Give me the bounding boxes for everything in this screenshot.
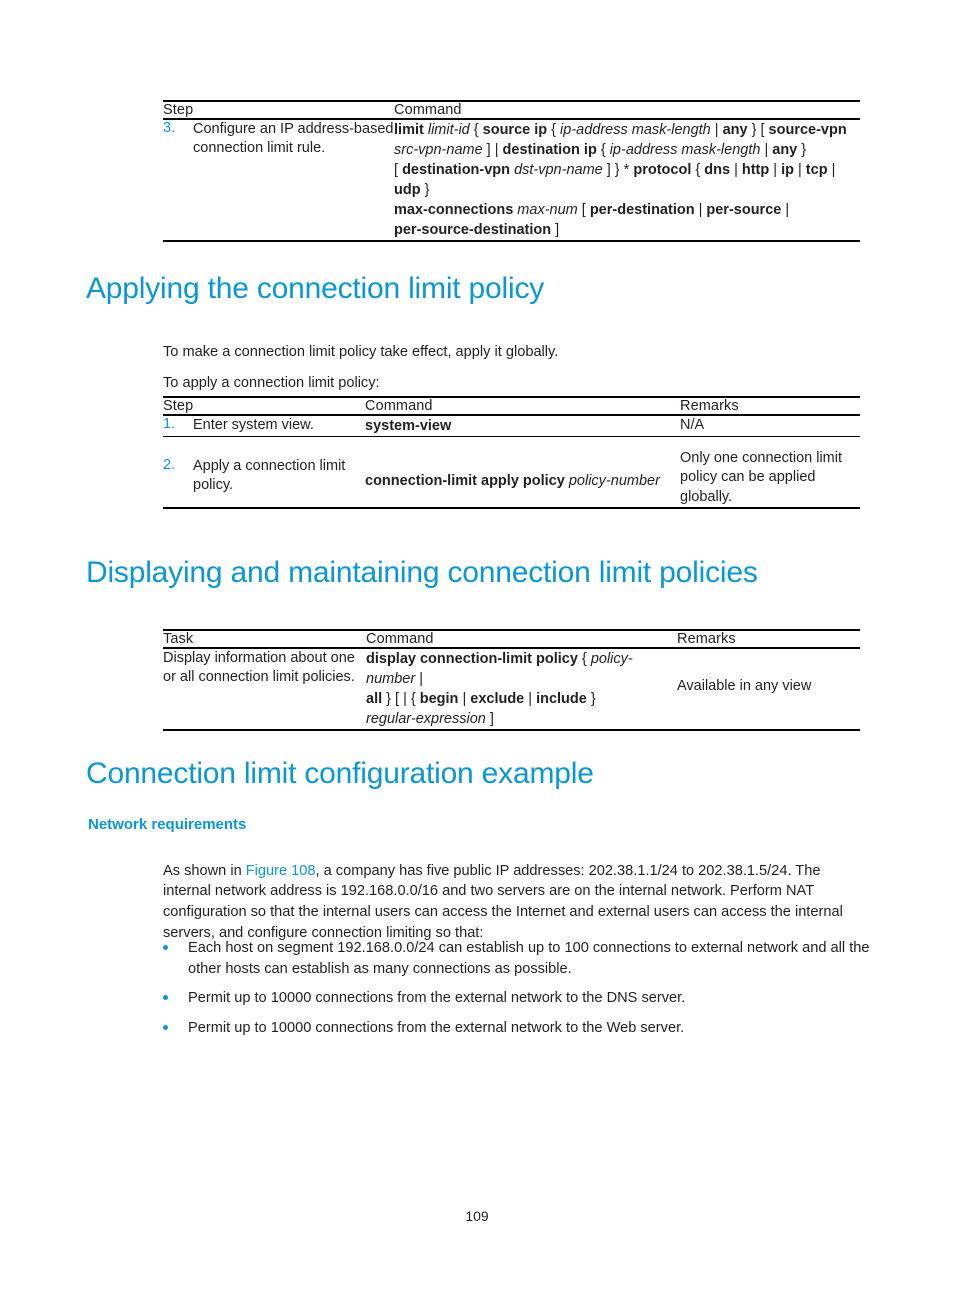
list-item: Each host on segment 192.168.0.0/24 can … <box>160 938 872 979</box>
step-task: Enter system view. <box>193 417 314 433</box>
document-page: Step Command 3. Configure an IP address-… <box>0 0 954 1296</box>
page-number: 109 <box>465 1208 489 1224</box>
step-task: Configure an IP address-based connection… <box>193 121 394 157</box>
table-apply-wrapper: Step Command Remarks 1. Enter system vie… <box>0 396 954 509</box>
task-remarks: Available in any view <box>677 678 812 694</box>
intro-prefix: As shown in <box>163 862 246 879</box>
table-row: Display information about one or all con… <box>163 648 860 730</box>
step-number: 2. <box>163 457 176 473</box>
list-item: Permit up to 10000 connections from the … <box>160 988 872 1009</box>
figure-link[interactable]: Figure 108 <box>246 863 316 879</box>
column-header-command: Command <box>365 398 433 414</box>
table-step3: Step Command 3. Configure an IP address-… <box>163 100 861 242</box>
list-item-label: Permit up to 10000 connections from the … <box>188 1020 685 1037</box>
task-command: display connection-limit policy { policy… <box>366 651 633 727</box>
table-header-row: Step Command <box>163 101 861 119</box>
column-header-command: Command <box>394 102 462 118</box>
table-header-row: Step Command Remarks <box>163 397 861 415</box>
column-header-step: Step <box>163 102 194 118</box>
table-row: 1. Enter system view. system-view N/A <box>163 415 861 437</box>
step-command: system-view <box>365 415 680 437</box>
table-header-row: Task Command Remarks <box>163 630 860 648</box>
table-row: 2. Apply a connection limit policy. conn… <box>163 437 861 508</box>
list-item-label: Each host on segment 192.168.0.0/24 can … <box>188 940 870 977</box>
column-header-task: Task <box>163 631 194 647</box>
table-step3-wrapper: Step Command 3. Configure an IP address-… <box>0 100 954 242</box>
paragraph-apply-2: To apply a connection limit policy: <box>163 374 380 391</box>
step-number: 3. <box>163 120 176 136</box>
column-header-command: Command <box>366 631 434 647</box>
table-display-wrapper: Task Command Remarks Display information… <box>0 629 954 731</box>
table-apply-policy: Step Command Remarks 1. Enter system vie… <box>163 396 861 509</box>
list-item-label: Permit up to 10000 connections from the … <box>188 990 686 1007</box>
step-task: Apply a connection limit policy. <box>193 458 346 494</box>
step-number: 1. <box>163 416 176 432</box>
page-title-displaying: Displaying and maintaining connection li… <box>86 556 758 589</box>
step-command: limit limit-id { source ip { ip-address … <box>394 122 847 238</box>
step-remarks: Only one connection limit policy can be … <box>680 450 843 505</box>
table-display-maintain: Task Command Remarks Display information… <box>163 629 860 731</box>
page-title-example: Connection limit configuration example <box>86 757 594 790</box>
bullet-icon <box>160 1018 188 1031</box>
table-row: 3. Configure an IP address-based connect… <box>163 119 861 241</box>
list-item: Permit up to 10000 connections from the … <box>160 1018 872 1039</box>
subheading-network-requirements: Network requirements <box>88 816 247 833</box>
step-command: connection-limit apply policy policy-num… <box>365 473 660 489</box>
bullet-icon <box>160 988 188 1001</box>
column-header-remarks: Remarks <box>680 398 739 414</box>
paragraph-apply-1: To make a connection limit policy take e… <box>163 343 559 360</box>
step-remarks: N/A <box>680 417 705 433</box>
command-keyword: system-view <box>365 418 452 434</box>
bullet-icon <box>160 938 188 950</box>
requirements-list: Each host on segment 192.168.0.0/24 can … <box>160 938 872 1048</box>
task-description: Display information about one or all con… <box>163 650 355 686</box>
column-header-step: Step <box>163 398 194 414</box>
page-title-applying: Applying the connection limit policy <box>86 272 545 305</box>
column-header-remarks: Remarks <box>677 631 736 647</box>
paragraph-network-requirements: As shown in Figure 108, a company has fi… <box>163 861 871 944</box>
